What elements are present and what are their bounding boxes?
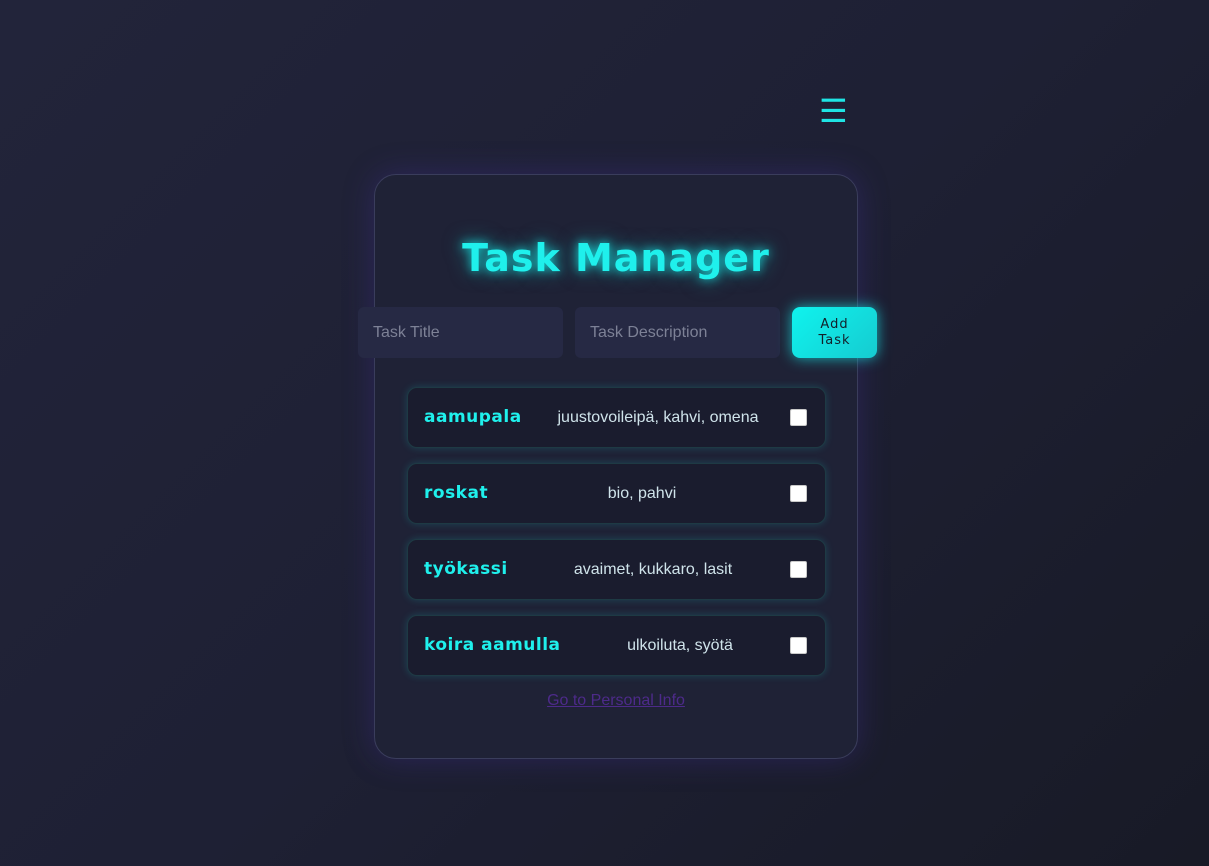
task-item: työkassi avaimet, kukkaro, lasit bbox=[407, 539, 826, 600]
task-item: koira aamulla ulkoiluta, syötä bbox=[407, 615, 826, 676]
task-description: bio, pahvi bbox=[607, 485, 677, 502]
task-title: työkassi bbox=[424, 559, 508, 579]
personal-info-link[interactable]: Go to Personal Info bbox=[0, 692, 1209, 710]
task-complete-checkbox[interactable] bbox=[790, 485, 807, 502]
task-description: avaimet, kukkaro, lasit bbox=[573, 561, 733, 578]
task-description: juustovoileipä, kahvi, omena bbox=[557, 409, 759, 426]
task-complete-checkbox[interactable] bbox=[790, 561, 807, 578]
hamburger-menu-icon[interactable]: ☰ bbox=[819, 95, 848, 127]
task-title: aamupala bbox=[424, 407, 522, 427]
task-complete-checkbox[interactable] bbox=[790, 637, 807, 654]
task-title: roskat bbox=[424, 483, 489, 503]
task-title: koira aamulla bbox=[424, 635, 561, 655]
task-complete-checkbox[interactable] bbox=[790, 409, 807, 426]
page-title: Task Manager bbox=[462, 236, 770, 280]
task-description: ulkoiluta, syötä bbox=[627, 637, 733, 654]
task-item: aamupala juustovoileipä, kahvi, omena bbox=[407, 387, 826, 448]
add-task-button[interactable]: Add Task bbox=[792, 307, 877, 358]
task-title-input[interactable] bbox=[358, 307, 563, 358]
task-item: roskat bio, pahvi bbox=[407, 463, 826, 524]
task-description-input[interactable] bbox=[575, 307, 780, 358]
